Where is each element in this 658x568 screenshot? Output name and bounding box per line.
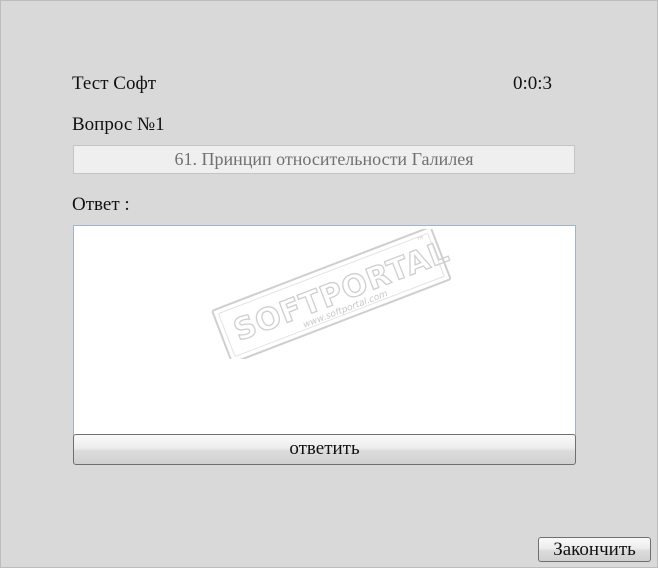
answer-textarea[interactable] — [73, 225, 576, 435]
submit-answer-button[interactable]: ответить — [73, 434, 576, 465]
question-text-field: 61. Принцип относительности Галилея — [73, 145, 575, 174]
finish-button[interactable]: Закончить — [538, 537, 651, 562]
answer-label: Ответ : — [72, 194, 130, 215]
test-window: Тест Софт 0:0:3 Вопрос №1 61. Принцип от… — [0, 0, 658, 568]
app-title: Тест Софт — [72, 73, 157, 94]
timer: 0:0:3 — [513, 73, 553, 94]
question-number-label: Вопрос №1 — [72, 114, 165, 135]
